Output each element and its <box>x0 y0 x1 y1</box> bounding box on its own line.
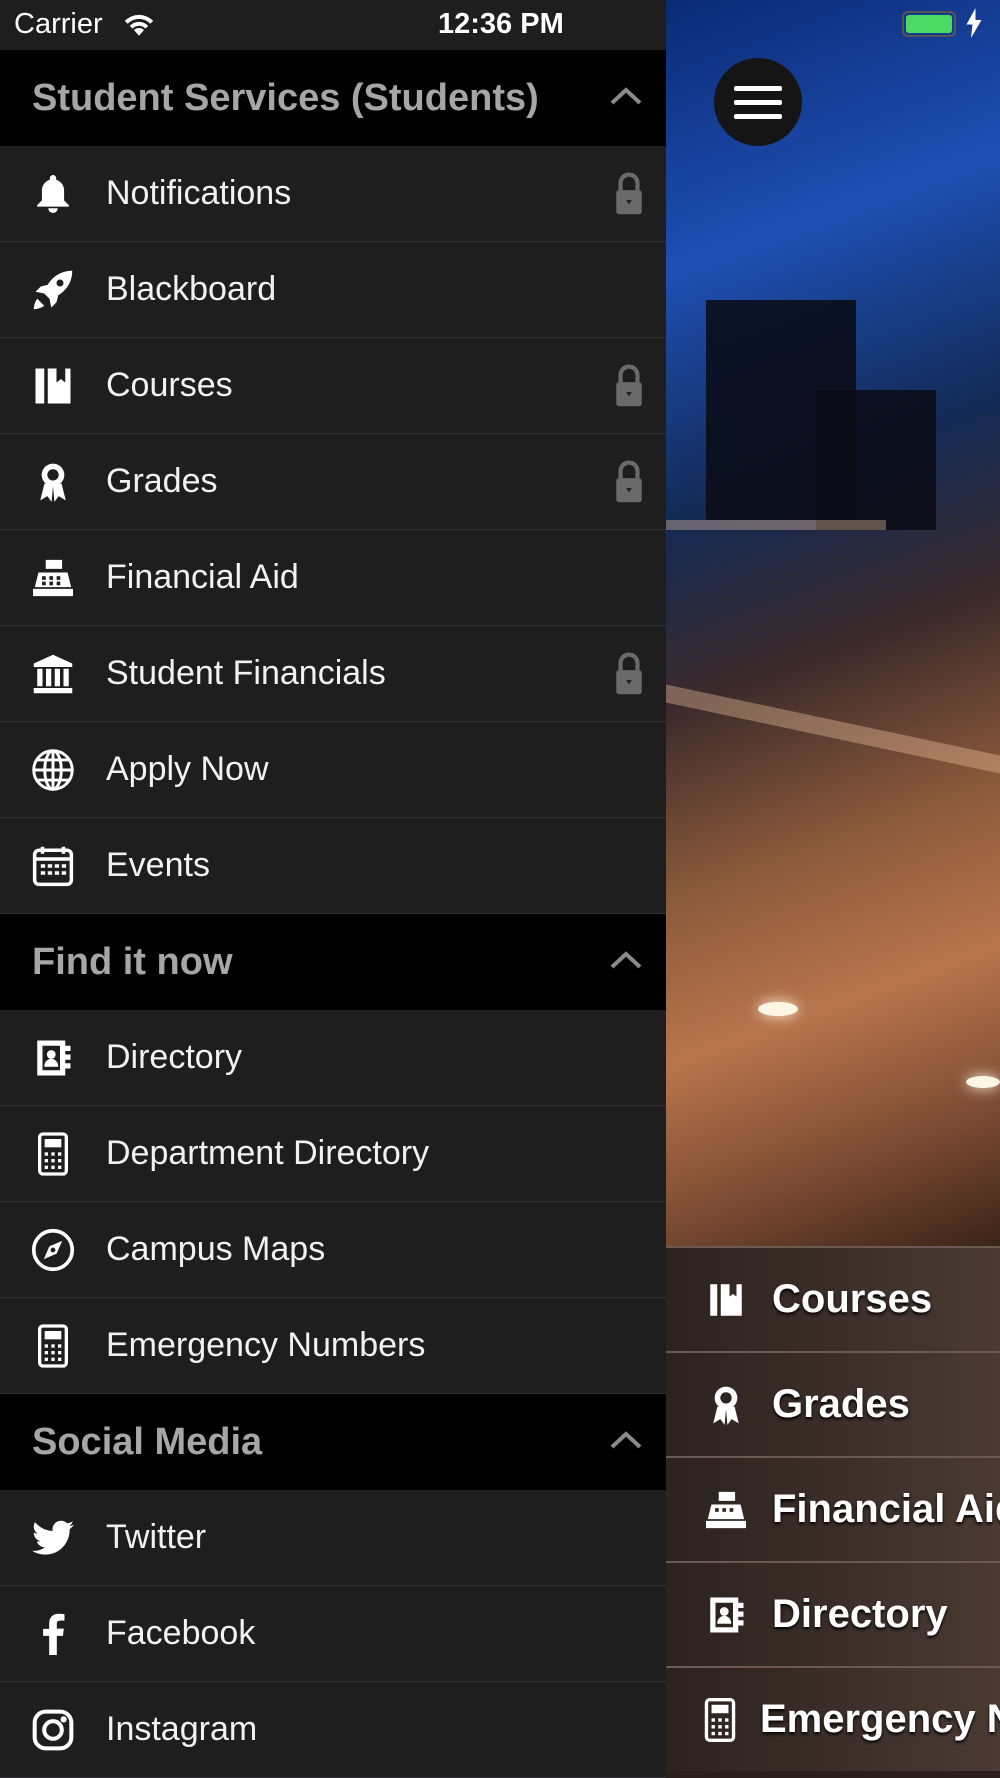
compass-icon <box>30 1227 76 1273</box>
menu-item-label: Campus Maps <box>106 1230 326 1268</box>
menu-item-label: Grades <box>106 462 218 500</box>
section-header-student-services[interactable]: Student Services (Students) <box>0 50 666 146</box>
quick-link-grades[interactable]: Grades <box>666 1351 1000 1456</box>
menu-item-label: Notifications <box>106 174 292 212</box>
lock-icon <box>612 458 646 509</box>
section-title: Find it now <box>32 940 233 983</box>
navigation-drawer: Student Services (Students) Notification… <box>0 0 666 1778</box>
section-title: Social Media <box>32 1420 263 1463</box>
quick-link-label: Financial Aid <box>772 1487 1000 1531</box>
menu-item-label: Apply Now <box>106 750 269 788</box>
bell-icon <box>30 171 76 217</box>
clock: 12:36 PM <box>438 8 564 40</box>
calculator-icon <box>30 1131 76 1177</box>
book-icon <box>30 363 76 409</box>
menu-item-instagram[interactable]: Instagram <box>0 1682 666 1778</box>
calculator-icon <box>30 1323 76 1369</box>
menu-item-financial-aid[interactable]: Financial Aid <box>0 530 666 626</box>
menu-item-label: Blackboard <box>106 270 277 308</box>
status-bar: Carrier 12:36 PM <box>0 0 1000 50</box>
cash-register-icon <box>30 555 76 601</box>
menu-item-notifications[interactable]: Notifications <box>0 146 666 242</box>
campus-building-photo <box>666 0 1000 1246</box>
menu-item-department-directory[interactable]: Department Directory <box>0 1106 666 1202</box>
menu-item-grades[interactable]: Grades <box>0 434 666 530</box>
menu-item-campus-maps[interactable]: Campus Maps <box>0 1202 666 1298</box>
menu-item-events[interactable]: Events <box>0 818 666 914</box>
section-header-find-it-now[interactable]: Find it now <box>0 914 666 1010</box>
quick-links: Courses Grades Financial Aid Directory E… <box>666 1246 1000 1778</box>
quick-link-label: Grades <box>772 1382 910 1426</box>
twitter-icon <box>30 1515 76 1561</box>
calendar-icon <box>30 843 76 889</box>
book-icon <box>704 1278 748 1322</box>
globe-icon <box>30 747 76 793</box>
quick-link-financial-aid[interactable]: Financial Aid <box>666 1456 1000 1561</box>
menu-item-label: Facebook <box>106 1614 256 1652</box>
hamburger-icon <box>734 77 782 128</box>
wifi-icon <box>122 10 156 44</box>
address-book-icon <box>704 1593 748 1637</box>
menu-item-apply-now[interactable]: Apply Now <box>0 722 666 818</box>
quick-link-directory[interactable]: Directory <box>666 1561 1000 1666</box>
menu-item-emergency-numbers[interactable]: Emergency Numbers <box>0 1298 666 1394</box>
menu-item-twitter[interactable]: Twitter <box>0 1490 666 1586</box>
menu-item-label: Events <box>106 846 210 884</box>
menu-item-label: Twitter <box>106 1518 207 1556</box>
quick-link-label: Courses <box>772 1277 933 1321</box>
menu-item-blackboard[interactable]: Blackboard <box>0 242 666 338</box>
quick-link-emergency-numbers[interactable]: Emergency Numbers <box>666 1666 1000 1771</box>
quick-link-label: Emergency Numbers <box>760 1697 1000 1741</box>
instagram-icon <box>30 1707 76 1753</box>
quick-link-courses[interactable]: Courses <box>666 1246 1000 1351</box>
facebook-icon <box>30 1611 76 1657</box>
lock-icon <box>612 170 646 221</box>
address-book-icon <box>30 1035 76 1081</box>
bank-icon <box>30 651 76 697</box>
menu-item-label: Courses <box>106 366 233 404</box>
lock-icon <box>612 650 646 701</box>
quick-link-label: Directory <box>772 1592 948 1636</box>
menu-item-label: Emergency Numbers <box>106 1326 426 1364</box>
section-header-social-media[interactable]: Social Media <box>0 1394 666 1490</box>
menu-item-label: Student Financials <box>106 654 386 692</box>
menu-item-label: Directory <box>106 1038 243 1076</box>
calculator-icon <box>704 1697 736 1742</box>
chevron-up-icon <box>608 85 644 112</box>
rocket-icon <box>30 267 76 313</box>
chevron-up-icon <box>608 949 644 976</box>
hamburger-menu-button[interactable] <box>714 58 802 146</box>
award-icon <box>704 1383 748 1427</box>
menu-item-courses[interactable]: Courses <box>0 338 666 434</box>
menu-item-directory[interactable]: Directory <box>0 1010 666 1106</box>
battery-icon <box>902 11 956 37</box>
menu-item-label: Instagram <box>106 1710 258 1748</box>
menu-item-label: Financial Aid <box>106 558 299 596</box>
menu-item-label: Department Directory <box>106 1134 430 1172</box>
cash-register-icon <box>704 1488 748 1532</box>
award-icon <box>30 459 76 505</box>
charging-icon <box>966 8 982 46</box>
section-title: Student Services (Students) <box>32 76 539 119</box>
chevron-up-icon <box>608 1429 644 1456</box>
carrier-label: Carrier <box>14 8 103 40</box>
menu-item-student-financials[interactable]: Student Financials <box>0 626 666 722</box>
menu-item-facebook[interactable]: Facebook <box>0 1586 666 1682</box>
lock-icon <box>612 362 646 413</box>
